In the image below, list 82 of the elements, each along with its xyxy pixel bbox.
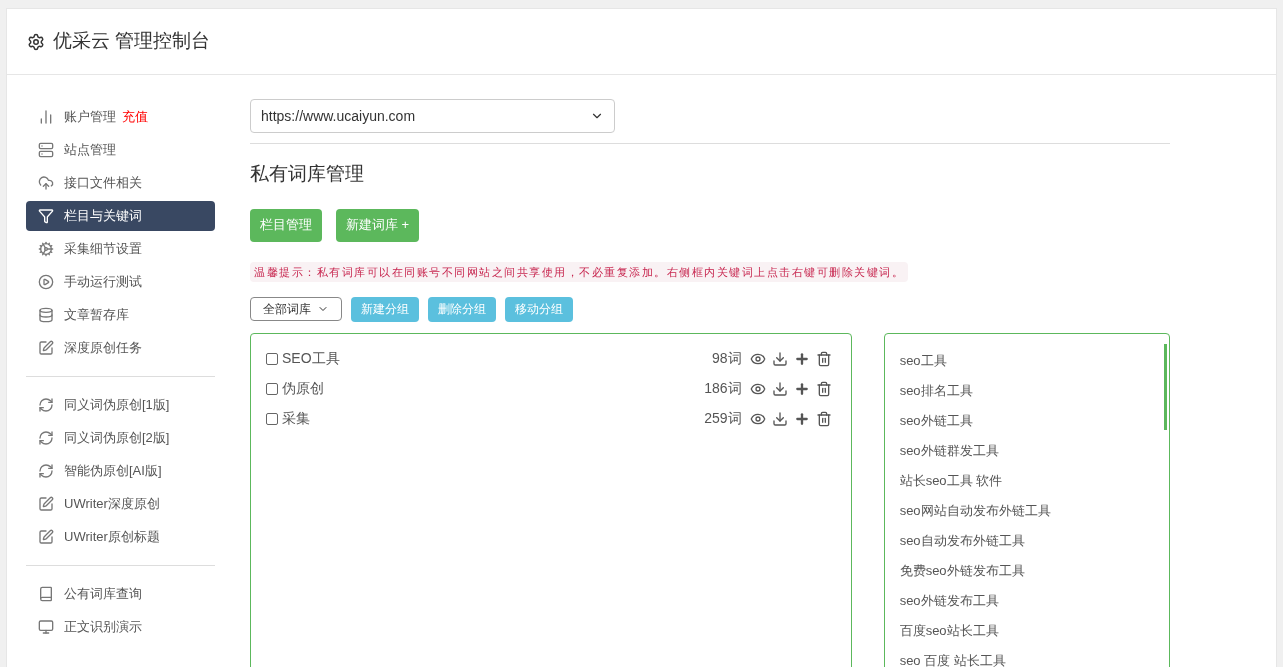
- sidebar-label: UWriter原创标题: [64, 528, 160, 547]
- filter-icon: [38, 208, 54, 224]
- download-icon[interactable]: [771, 410, 788, 427]
- library-name[interactable]: SEO工具: [282, 348, 340, 369]
- library-checkbox[interactable]: [266, 352, 278, 365]
- sidebar-item[interactable]: UWriter深度原创: [26, 489, 215, 519]
- refresh-icon: [38, 430, 54, 446]
- sidebar-label: 智能伪原创[AI版]: [64, 462, 162, 481]
- sidebar-item[interactable]: 智能伪原创[AI版]: [26, 456, 215, 486]
- keyword-item[interactable]: 站长seo工具 软件: [899, 465, 1154, 496]
- sidebar-label: 同义词伪原创[2版]: [64, 429, 170, 448]
- database-icon: [38, 307, 54, 323]
- keyword-item[interactable]: seo自动发布外链工具: [899, 525, 1154, 556]
- cloud-upload-icon: [38, 175, 54, 191]
- keyword-item[interactable]: seo外链群发工具: [899, 435, 1154, 466]
- download-icon[interactable]: [771, 350, 788, 367]
- sidebar-item[interactable]: 同义词伪原创[2版]: [26, 423, 215, 453]
- keyword-item[interactable]: 免费seo外链发布工具: [899, 555, 1154, 586]
- sidebar-label: 正文识别演示: [64, 618, 142, 637]
- sidebar-item[interactable]: 手动运行测试: [26, 267, 215, 297]
- monitor-icon: [38, 619, 54, 635]
- sidebar-label: 采集细节设置: [64, 240, 142, 259]
- edit-icon: [38, 529, 54, 545]
- recharge-link[interactable]: 充值: [122, 107, 148, 127]
- keyword-item[interactable]: seo外链工具: [899, 405, 1154, 436]
- console-title: 优采云 管理控制台: [53, 29, 211, 54]
- keyword-item[interactable]: seo 百度 站长工具: [899, 645, 1154, 667]
- download-icon[interactable]: [771, 380, 788, 397]
- site-select[interactable]: https://www.ucaiyun.com: [250, 99, 615, 133]
- keyword-item[interactable]: seo网站自动发布外链工具: [899, 495, 1154, 526]
- word-count: 259词: [704, 409, 742, 428]
- word-count: 186词: [704, 379, 742, 398]
- word-count: 98词: [712, 349, 742, 368]
- sidebar-item[interactable]: 账户管理 充值: [26, 102, 215, 132]
- keyword-item[interactable]: 百度seo站长工具: [899, 615, 1154, 646]
- sidebar-item[interactable]: 文章暂存库: [26, 300, 215, 330]
- sidebar-label: 接口文件相关: [64, 174, 142, 193]
- refresh-icon: [38, 463, 54, 479]
- sidebar-item[interactable]: 站点管理: [26, 135, 215, 165]
- scrollbar-thumb[interactable]: [1164, 343, 1167, 430]
- sidebar-label: 站点管理: [64, 141, 116, 160]
- sidebar-item[interactable]: 正文识别演示: [26, 612, 215, 642]
- edit-icon: [38, 496, 54, 512]
- sidebar-label: 栏目与关键词: [64, 207, 142, 226]
- sidebar-label: 文章暂存库: [64, 306, 129, 325]
- sidebar-item[interactable]: 公有词库查询: [26, 579, 215, 609]
- sidebar-item[interactable]: 采集细节设置: [26, 234, 215, 264]
- plus-icon[interactable]: [793, 350, 810, 367]
- book-icon: [38, 586, 54, 602]
- keyword-item[interactable]: seo排名工具: [899, 375, 1154, 406]
- plus-icon[interactable]: [793, 410, 810, 427]
- keyword-item[interactable]: seo外链发布工具: [899, 585, 1154, 616]
- server-icon: [38, 142, 54, 158]
- sidebar-label: 手动运行测试: [64, 273, 142, 292]
- sidebar-label: UWriter深度原创: [64, 495, 160, 514]
- cogs-icon: [38, 241, 54, 257]
- sidebar-item[interactable]: 接口文件相关: [26, 168, 215, 198]
- bar-chart-icon: [38, 109, 54, 125]
- sidebar-label: 同义词伪原创[1版]: [64, 396, 170, 415]
- sidebar-label: 公有词库查询: [64, 585, 142, 604]
- sidebar-item[interactable]: UWriter原创标题: [26, 522, 215, 552]
- sidebar-label: 深度原创任务: [64, 339, 142, 358]
- library-name[interactable]: 伪原创: [282, 378, 324, 399]
- library-checkbox[interactable]: [266, 382, 278, 395]
- notice-text: 温馨提示：私有词库可以在同账号不同网站之间共享使用，不必重复添加。右侧框内关键词上点击右键可删除关键词。: [250, 261, 908, 282]
- edit-icon: [38, 340, 54, 356]
- play-icon: [38, 274, 54, 290]
- sidebar-item[interactable]: 栏目与关键词: [26, 201, 215, 231]
- trash-icon[interactable]: [815, 350, 832, 367]
- settings-icon: [27, 32, 45, 51]
- refresh-icon: [38, 397, 54, 413]
- sidebar-item[interactable]: 同义词伪原创[1版]: [26, 390, 215, 420]
- group-select[interactable]: 全部词库: [250, 297, 342, 321]
- trash-icon[interactable]: [815, 410, 832, 427]
- keyword-item[interactable]: seo工具: [899, 345, 1154, 376]
- sidebar-item[interactable]: 深度原创任务: [26, 333, 215, 363]
- plus-icon[interactable]: [793, 380, 810, 397]
- sidebar-label: 账户管理: [64, 108, 116, 127]
- library-checkbox[interactable]: [266, 412, 278, 425]
- section-title: 私有词库管理: [250, 162, 365, 186]
- library-name[interactable]: 采集: [282, 408, 310, 429]
- trash-icon[interactable]: [815, 380, 832, 397]
